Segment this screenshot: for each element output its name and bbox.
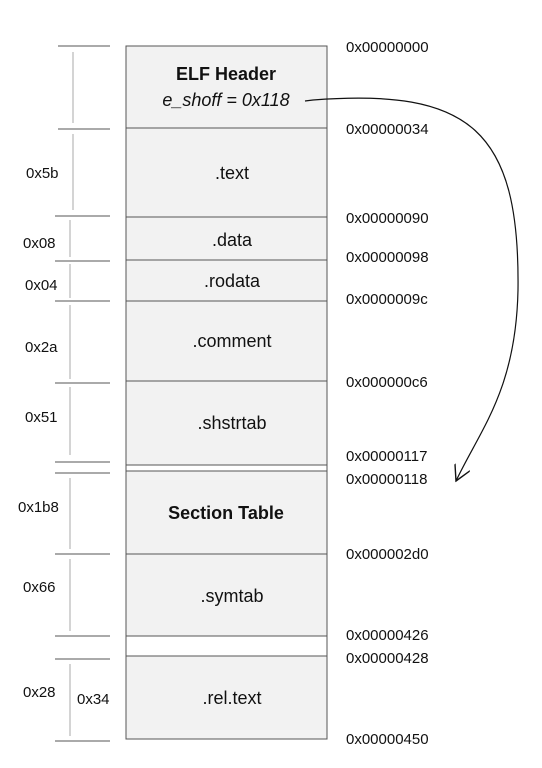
size-label: 0x2a xyxy=(25,339,58,356)
address-label: 0x00000428 xyxy=(346,650,429,667)
address-label: 0x00000098 xyxy=(346,249,429,266)
size-label: 0x66 xyxy=(23,579,56,596)
size-label: 0x51 xyxy=(25,409,58,426)
section-label: ELF Header xyxy=(176,64,276,84)
e-shoff-arrow xyxy=(304,97,519,481)
address-label: 0x0000009c xyxy=(346,291,428,308)
elf-layout-diagram: ELF Header e_shoff = 0x118 .text .data .… xyxy=(18,39,519,748)
address-label: 0x000002d0 xyxy=(346,546,429,563)
address-label: 0x000000c6 xyxy=(346,374,428,391)
section-subtitle: e_shoff = 0x118 xyxy=(162,90,289,110)
section-label: .text xyxy=(215,163,249,183)
section-label: Section Table xyxy=(168,503,284,523)
size-label: 0x28 xyxy=(23,684,56,701)
address-label: 0x00000034 xyxy=(346,121,429,138)
address-label: 0x00000450 xyxy=(346,731,429,748)
padding-gap xyxy=(125,464,328,472)
address-label: 0x00000426 xyxy=(346,627,429,644)
address-label: 0x00000090 xyxy=(346,210,429,227)
section-label: .rel.text xyxy=(202,688,261,708)
address-label: 0x00000118 xyxy=(346,471,427,488)
address-label: 0x00000000 xyxy=(346,39,429,56)
section-label: .comment xyxy=(192,331,271,351)
section-label: .symtab xyxy=(200,586,263,606)
section-elf-header xyxy=(125,45,328,129)
address-label: 0x00000117 xyxy=(346,448,427,465)
section-label: .data xyxy=(212,230,253,250)
size-label: 0x1b8 xyxy=(18,499,59,516)
section-label: .rodata xyxy=(204,271,261,291)
section-label: .shstrtab xyxy=(197,413,266,433)
size-label: 0x08 xyxy=(23,235,56,252)
size-label: 0x5b xyxy=(26,165,59,182)
size-ticks xyxy=(55,45,110,742)
size-label: 0x04 xyxy=(25,277,58,294)
size-label: 0x34 xyxy=(77,691,110,708)
padding-gap xyxy=(125,635,328,657)
